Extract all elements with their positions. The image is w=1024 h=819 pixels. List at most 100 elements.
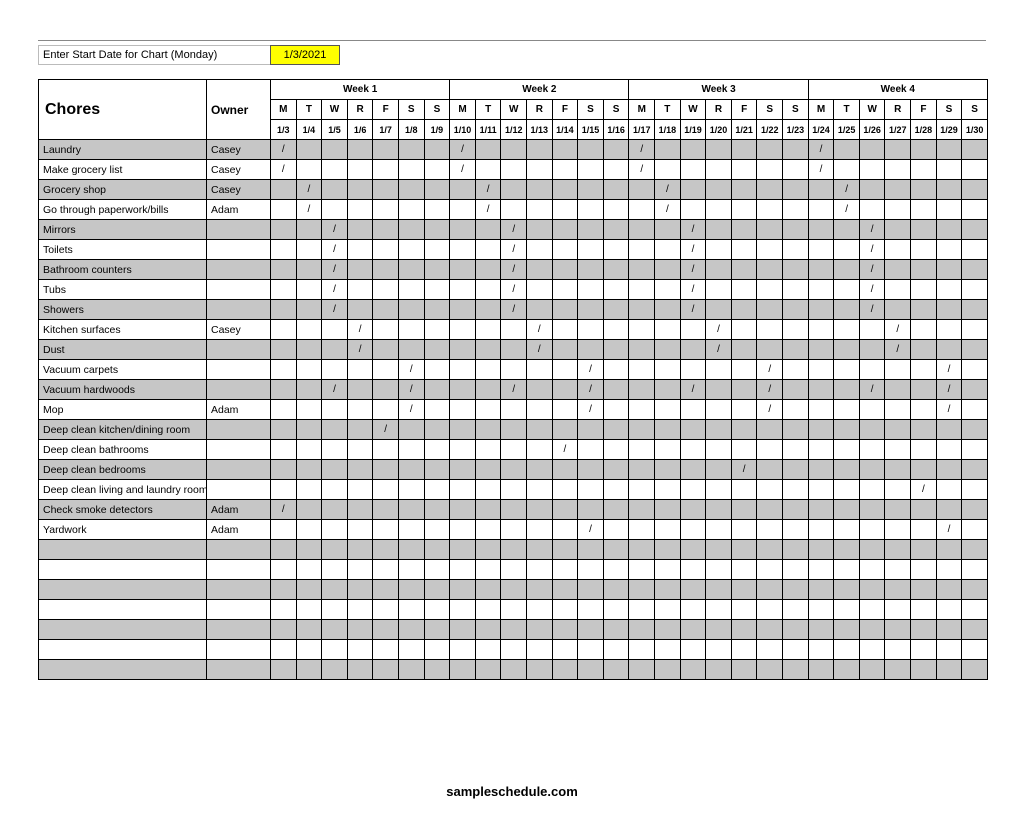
- day-cell[interactable]: [655, 500, 681, 520]
- day-cell[interactable]: [501, 440, 527, 460]
- day-cell[interactable]: [578, 500, 604, 520]
- day-cell[interactable]: [527, 460, 553, 480]
- day-cell[interactable]: [706, 660, 732, 680]
- day-cell[interactable]: [552, 500, 578, 520]
- day-cell[interactable]: /: [680, 240, 706, 260]
- day-cell[interactable]: [322, 200, 348, 220]
- day-cell[interactable]: /: [578, 360, 604, 380]
- owner-cell[interactable]: Casey: [207, 140, 271, 160]
- day-cell[interactable]: [373, 320, 399, 340]
- day-cell[interactable]: [578, 480, 604, 500]
- day-cell[interactable]: [655, 240, 681, 260]
- day-cell[interactable]: [757, 260, 783, 280]
- day-cell[interactable]: [398, 180, 424, 200]
- day-cell[interactable]: [347, 360, 373, 380]
- owner-cell[interactable]: [207, 540, 271, 560]
- day-cell[interactable]: [552, 480, 578, 500]
- day-cell[interactable]: [936, 260, 962, 280]
- day-cell[interactable]: [552, 640, 578, 660]
- day-cell[interactable]: [962, 220, 988, 240]
- day-cell[interactable]: [271, 580, 297, 600]
- day-cell[interactable]: [962, 260, 988, 280]
- day-cell[interactable]: [936, 600, 962, 620]
- day-cell[interactable]: [655, 420, 681, 440]
- day-cell[interactable]: [911, 460, 937, 480]
- day-cell[interactable]: [578, 580, 604, 600]
- day-cell[interactable]: [629, 440, 655, 460]
- day-cell[interactable]: [757, 200, 783, 220]
- day-cell[interactable]: [706, 380, 732, 400]
- day-cell[interactable]: [450, 460, 476, 480]
- day-cell[interactable]: [731, 540, 757, 560]
- day-cell[interactable]: [911, 180, 937, 200]
- day-cell[interactable]: [808, 580, 834, 600]
- day-cell[interactable]: [808, 500, 834, 520]
- day-cell[interactable]: [936, 540, 962, 560]
- day-cell[interactable]: [373, 600, 399, 620]
- day-cell[interactable]: [655, 620, 681, 640]
- day-cell[interactable]: [757, 140, 783, 160]
- day-cell[interactable]: [885, 540, 911, 560]
- day-cell[interactable]: [885, 300, 911, 320]
- day-cell[interactable]: [347, 420, 373, 440]
- day-cell[interactable]: [911, 280, 937, 300]
- day-cell[interactable]: [475, 240, 501, 260]
- day-cell[interactable]: [322, 640, 348, 660]
- day-cell[interactable]: [424, 300, 450, 320]
- day-cell[interactable]: [450, 300, 476, 320]
- day-cell[interactable]: [373, 580, 399, 600]
- day-cell[interactable]: [296, 540, 322, 560]
- day-cell[interactable]: [859, 140, 885, 160]
- day-cell[interactable]: [578, 660, 604, 680]
- day-cell[interactable]: [450, 260, 476, 280]
- day-cell[interactable]: [680, 140, 706, 160]
- day-cell[interactable]: [808, 460, 834, 480]
- chore-cell[interactable]: Bathroom counters: [39, 260, 207, 280]
- day-cell[interactable]: [527, 380, 553, 400]
- day-cell[interactable]: [450, 480, 476, 500]
- day-cell[interactable]: [655, 520, 681, 540]
- day-cell[interactable]: [271, 300, 297, 320]
- day-cell[interactable]: [962, 400, 988, 420]
- day-cell[interactable]: [501, 660, 527, 680]
- day-cell[interactable]: [885, 180, 911, 200]
- day-cell[interactable]: /: [475, 200, 501, 220]
- day-cell[interactable]: [552, 600, 578, 620]
- day-cell[interactable]: [808, 200, 834, 220]
- day-cell[interactable]: [373, 540, 399, 560]
- day-cell[interactable]: [731, 220, 757, 240]
- day-cell[interactable]: [885, 220, 911, 240]
- day-cell[interactable]: [373, 380, 399, 400]
- day-cell[interactable]: [450, 340, 476, 360]
- day-cell[interactable]: [373, 520, 399, 540]
- day-cell[interactable]: [271, 360, 297, 380]
- day-cell[interactable]: [398, 540, 424, 560]
- day-cell[interactable]: [962, 480, 988, 500]
- day-cell[interactable]: /: [398, 360, 424, 380]
- day-cell[interactable]: [450, 640, 476, 660]
- day-cell[interactable]: [808, 340, 834, 360]
- day-cell[interactable]: [706, 240, 732, 260]
- day-cell[interactable]: [962, 620, 988, 640]
- day-cell[interactable]: [731, 260, 757, 280]
- day-cell[interactable]: [347, 220, 373, 240]
- day-cell[interactable]: [347, 380, 373, 400]
- day-cell[interactable]: /: [322, 300, 348, 320]
- day-cell[interactable]: [424, 180, 450, 200]
- day-cell[interactable]: [424, 600, 450, 620]
- day-cell[interactable]: [527, 220, 553, 240]
- day-cell[interactable]: [834, 500, 860, 520]
- day-cell[interactable]: [296, 140, 322, 160]
- day-cell[interactable]: [527, 480, 553, 500]
- day-cell[interactable]: [706, 500, 732, 520]
- day-cell[interactable]: [629, 540, 655, 560]
- day-cell[interactable]: [731, 240, 757, 260]
- day-cell[interactable]: [398, 460, 424, 480]
- day-cell[interactable]: [962, 180, 988, 200]
- day-cell[interactable]: /: [296, 200, 322, 220]
- day-cell[interactable]: [731, 340, 757, 360]
- day-cell[interactable]: [783, 160, 809, 180]
- day-cell[interactable]: [347, 540, 373, 560]
- day-cell[interactable]: [911, 140, 937, 160]
- day-cell[interactable]: [783, 560, 809, 580]
